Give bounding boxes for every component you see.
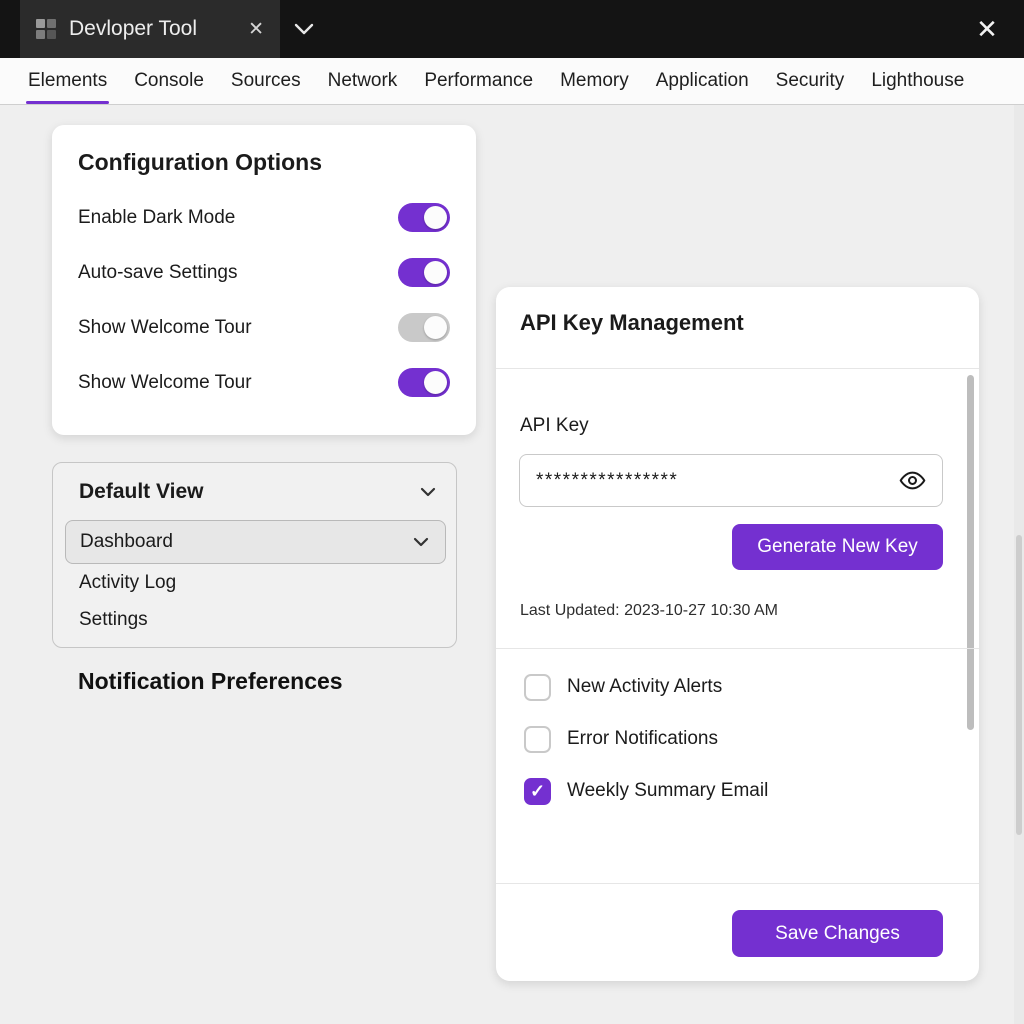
toggle-label: Auto-save Settings bbox=[78, 262, 237, 284]
toggle-row-dark-mode: Enable Dark Mode bbox=[78, 190, 450, 245]
tab-memory[interactable]: Memory bbox=[560, 58, 629, 104]
api-key-input[interactable] bbox=[536, 470, 899, 492]
select-chevron-down-icon bbox=[411, 534, 431, 550]
browser-tab[interactable]: Devloper Tool ✕ bbox=[20, 0, 280, 58]
selected-option-label: Dashboard bbox=[80, 531, 173, 553]
notification-preferences-heading: Notification Preferences bbox=[78, 668, 343, 695]
api-card-title: API Key Management bbox=[520, 310, 744, 336]
divider bbox=[496, 368, 979, 369]
tab-console[interactable]: Console bbox=[134, 58, 204, 104]
toggle-row-welcome-tour-2: Show Welcome Tour bbox=[78, 355, 450, 410]
weekly-summary-checkbox[interactable] bbox=[524, 778, 551, 805]
checkbox-label: Error Notifications bbox=[567, 728, 718, 750]
tab-application[interactable]: Application bbox=[656, 58, 749, 104]
checkbox-row-weekly-summary: Weekly Summary Email bbox=[524, 774, 768, 808]
page-scrollbar-track[interactable] bbox=[1014, 105, 1024, 1024]
tab-sources[interactable]: Sources bbox=[231, 58, 301, 104]
default-view-title: Default View bbox=[79, 480, 203, 504]
page-scrollbar-thumb[interactable] bbox=[1016, 535, 1022, 835]
configuration-options-title: Configuration Options bbox=[78, 149, 450, 176]
window-close-icon[interactable]: ✕ bbox=[970, 12, 1004, 46]
checkbox-row-new-activity: New Activity Alerts bbox=[524, 670, 722, 704]
card-scrollbar[interactable] bbox=[967, 375, 974, 730]
toggle-label: Show Welcome Tour bbox=[78, 317, 252, 339]
configuration-options-card: Configuration Options Enable Dark Mode A… bbox=[52, 125, 476, 435]
devtools-window: Devloper Tool ✕ ✕ Elements Console Sourc… bbox=[0, 0, 1024, 1024]
auto-save-toggle[interactable] bbox=[398, 258, 450, 287]
tab-list-chevron-down-icon[interactable] bbox=[292, 19, 316, 39]
divider bbox=[496, 648, 979, 649]
toggle-row-welcome-tour-1: Show Welcome Tour bbox=[78, 300, 450, 355]
dark-mode-toggle[interactable] bbox=[398, 203, 450, 232]
option-activity-log[interactable]: Activity Log bbox=[79, 572, 176, 594]
tab-title: Devloper Tool bbox=[69, 17, 197, 41]
tab-security[interactable]: Security bbox=[776, 58, 845, 104]
checkbox-label: New Activity Alerts bbox=[567, 676, 722, 698]
show-password-eye-icon[interactable] bbox=[899, 467, 926, 494]
app-grid-icon bbox=[36, 19, 56, 39]
default-view-select[interactable]: Dashboard bbox=[65, 520, 446, 564]
api-key-field[interactable] bbox=[519, 454, 943, 507]
tab-elements[interactable]: Elements bbox=[28, 58, 107, 104]
checkbox-label: Weekly Summary Email bbox=[567, 780, 768, 802]
tab-lighthouse[interactable]: Lighthouse bbox=[871, 58, 964, 104]
divider bbox=[496, 883, 979, 884]
default-view-card: Default View Dashboard Activity Log Sett… bbox=[52, 462, 457, 648]
default-view-chevron-down-icon[interactable] bbox=[418, 484, 438, 500]
error-notifications-checkbox[interactable] bbox=[524, 726, 551, 753]
welcome-tour-toggle-on[interactable] bbox=[398, 368, 450, 397]
toggle-label: Show Welcome Tour bbox=[78, 372, 252, 394]
toggle-row-auto-save: Auto-save Settings bbox=[78, 245, 450, 300]
tab-performance[interactable]: Performance bbox=[424, 58, 533, 104]
devtools-tab-bar: Elements Console Sources Network Perform… bbox=[0, 58, 1024, 105]
new-activity-checkbox[interactable] bbox=[524, 674, 551, 701]
api-key-management-card: API Key Management API Key Generate New … bbox=[496, 287, 979, 981]
tab-network[interactable]: Network bbox=[328, 58, 398, 104]
generate-new-key-button[interactable]: Generate New Key bbox=[732, 524, 943, 570]
title-bar: Devloper Tool ✕ ✕ bbox=[0, 0, 1024, 58]
option-settings[interactable]: Settings bbox=[79, 609, 148, 631]
checkbox-row-error-notifications: Error Notifications bbox=[524, 722, 718, 756]
tab-close-icon[interactable]: ✕ bbox=[248, 20, 264, 39]
toggle-label: Enable Dark Mode bbox=[78, 207, 235, 229]
welcome-tour-toggle-off[interactable] bbox=[398, 313, 450, 342]
api-key-label: API Key bbox=[520, 415, 589, 437]
last-updated-text: Last Updated: 2023-10-27 10:30 AM bbox=[520, 602, 778, 620]
save-changes-button[interactable]: Save Changes bbox=[732, 910, 943, 957]
